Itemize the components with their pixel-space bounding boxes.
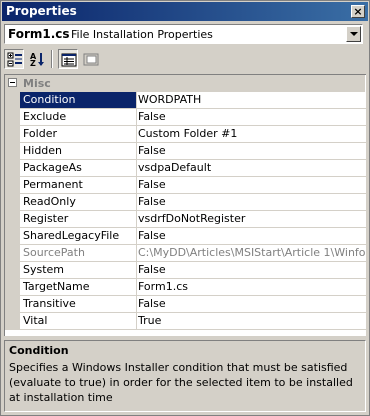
object-selector[interactable]: Form1.cs File Installation Properties: [4, 24, 363, 44]
property-name[interactable]: SharedLegacyFile: [20, 228, 137, 245]
toolbar: A Z: [4, 48, 366, 70]
property-pages-button[interactable]: [81, 49, 101, 69]
row-gutter: [5, 296, 20, 313]
property-row[interactable]: ReadOnly False: [5, 194, 366, 211]
row-gutter: [5, 211, 20, 228]
window-title: Properties: [6, 4, 77, 18]
property-row[interactable]: System False: [5, 262, 366, 279]
property-name[interactable]: Transitive: [20, 296, 137, 313]
property-row[interactable]: Vital True: [5, 313, 366, 330]
row-gutter: [5, 143, 20, 160]
property-name[interactable]: Exclude: [20, 109, 137, 126]
svg-text:Z: Z: [30, 59, 36, 67]
title-bar[interactable]: Properties ×: [2, 2, 368, 21]
property-name[interactable]: Condition: [20, 92, 137, 109]
alphabetical-button[interactable]: A Z: [27, 49, 47, 69]
toolbar-separator: [51, 50, 53, 68]
description-title: Condition: [9, 344, 69, 357]
row-gutter: [5, 279, 20, 296]
collapse-icon[interactable]: [8, 78, 17, 87]
property-value[interactable]: False: [135, 109, 366, 126]
property-pages-icon: [83, 53, 99, 66]
property-value[interactable]: Custom Folder #1: [135, 126, 366, 143]
property-name[interactable]: Vital: [20, 313, 137, 330]
row-gutter: [5, 262, 20, 279]
property-name[interactable]: Hidden: [20, 143, 137, 160]
close-button[interactable]: ×: [351, 5, 365, 18]
property-row[interactable]: Exclude False: [5, 109, 366, 126]
property-name[interactable]: Folder: [20, 126, 137, 143]
property-value[interactable]: True: [135, 313, 366, 330]
row-gutter: [5, 177, 20, 194]
row-gutter: [5, 313, 20, 330]
property-value[interactable]: False: [135, 194, 366, 211]
row-gutter: [5, 109, 20, 126]
property-name[interactable]: TargetName: [20, 279, 137, 296]
properties-button[interactable]: [58, 49, 78, 69]
object-type: File Installation Properties: [71, 28, 213, 41]
alphabetical-icon: A Z: [30, 52, 44, 67]
property-row[interactable]: SharedLegacyFile False: [5, 228, 366, 245]
property-value[interactable]: vsdpaDefault: [135, 160, 366, 177]
property-value[interactable]: False: [135, 177, 366, 194]
property-row[interactable]: Condition WORDPATH: [5, 92, 366, 109]
property-value[interactable]: False: [135, 262, 366, 279]
property-row[interactable]: SourcePath C:\MyDD\Articles\MSIStart\Arti…: [5, 245, 366, 262]
object-name: Form1.cs: [8, 27, 70, 41]
property-value[interactable]: C:\MyDD\Articles\MSIStart\Article 1\Winf…: [135, 245, 366, 262]
property-row[interactable]: Folder Custom Folder #1: [5, 126, 366, 143]
property-value[interactable]: WORDPATH: [135, 92, 366, 109]
row-gutter: [5, 194, 20, 211]
property-row[interactable]: Hidden False: [5, 143, 366, 160]
property-name[interactable]: PackageAs: [20, 160, 137, 177]
property-row[interactable]: Register vsdrfDoNotRegister: [5, 211, 366, 228]
property-row[interactable]: PackageAs vsdpaDefault: [5, 160, 366, 177]
category-row[interactable]: Misc: [5, 75, 365, 92]
property-name[interactable]: System: [20, 262, 137, 279]
property-row[interactable]: Permanent False: [5, 177, 366, 194]
property-grid: Misc Condition WORDPATH Exclude False Folder…: [4, 74, 366, 336]
property-value[interactable]: Form1.cs: [135, 279, 366, 296]
property-value[interactable]: vsdrfDoNotRegister: [135, 211, 366, 228]
property-name[interactable]: Register: [20, 211, 137, 228]
property-name[interactable]: ReadOnly: [20, 194, 137, 211]
categorized-icon: [7, 52, 22, 67]
property-name[interactable]: SourcePath: [20, 245, 137, 262]
row-gutter: [5, 92, 20, 109]
properties-icon: [61, 53, 77, 67]
row-gutter: [5, 160, 20, 177]
description-text: Specifies a Windows Installer condition …: [9, 361, 353, 404]
property-row[interactable]: TargetName Form1.cs: [5, 279, 366, 296]
property-value[interactable]: False: [135, 228, 366, 245]
row-gutter: [5, 228, 20, 245]
chevron-down-icon[interactable]: [346, 26, 361, 42]
property-row[interactable]: Transitive False: [5, 296, 366, 313]
categorized-button[interactable]: [4, 49, 24, 69]
property-value[interactable]: False: [135, 296, 366, 313]
property-name[interactable]: Permanent: [20, 177, 137, 194]
description-panel: Condition Specifies a Windows Installer …: [4, 340, 366, 412]
category-label: Misc: [23, 77, 51, 90]
row-gutter: [5, 245, 20, 262]
row-gutter: [5, 126, 20, 143]
properties-window: Properties × Form1.cs File Installation …: [0, 0, 370, 416]
property-value[interactable]: False: [135, 143, 366, 160]
